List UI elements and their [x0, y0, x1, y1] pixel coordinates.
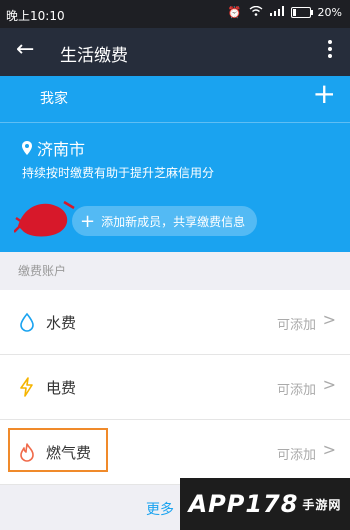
chevron-right-icon: >	[322, 310, 336, 329]
add-member-label: 添加新成员，共享缴费信息	[101, 214, 246, 229]
account-status: 可添加	[276, 383, 316, 398]
status-time: 晚上10:10	[6, 9, 65, 23]
alarm-icon: ⏰	[227, 6, 242, 19]
status-icons: ⏰ 20%	[227, 5, 342, 19]
account-row-water[interactable]: 水费 可添加 >	[0, 290, 350, 355]
gas-highlight-box	[8, 428, 108, 472]
account-row-electric[interactable]: 电费 可添加 >	[0, 355, 350, 420]
app-header: ← 生活缴费	[0, 28, 350, 76]
add-member-button[interactable]: + 添加新成员，共享缴费信息	[72, 206, 258, 236]
section-title: 缴费账户	[18, 264, 67, 278]
account-status: 可添加	[276, 448, 316, 463]
city-name: 济南市	[37, 140, 86, 159]
battery-icon	[290, 7, 313, 18]
lightning-icon	[20, 377, 33, 397]
back-arrow-icon[interactable]: ←	[16, 37, 34, 62]
account-name: 电费	[46, 379, 77, 397]
location-pin-icon	[22, 141, 32, 155]
account-status: 可添加	[276, 318, 316, 333]
account-name: 水费	[46, 314, 77, 332]
credit-hint: 持续按时缴费有助于提升芝麻信用分	[22, 166, 215, 180]
watermark-brand: APP178	[188, 490, 299, 518]
chevron-right-icon: >	[322, 375, 336, 394]
plus-icon: +	[80, 210, 96, 232]
group-name[interactable]: 我家	[40, 88, 68, 108]
chevron-right-icon: >	[322, 440, 336, 459]
city-selector[interactable]: 济南市	[22, 136, 85, 160]
signal-icon	[269, 6, 284, 19]
battery-percent: 20%	[317, 6, 342, 19]
wifi-icon	[249, 5, 263, 19]
watermark-site: 手游网	[302, 497, 342, 512]
status-bar: 晚上10:10 ⏰ 20%	[0, 0, 350, 28]
more-options-icon[interactable]	[328, 40, 332, 58]
water-drop-icon	[20, 312, 34, 332]
page-title: 生活缴费	[60, 46, 128, 66]
divider	[0, 122, 350, 123]
more-link[interactable]: 更多	[146, 499, 174, 519]
watermark-logo: APP178 手游网	[180, 478, 350, 530]
red-scribble-mark	[14, 200, 75, 237]
add-group-icon[interactable]: +	[313, 80, 336, 108]
